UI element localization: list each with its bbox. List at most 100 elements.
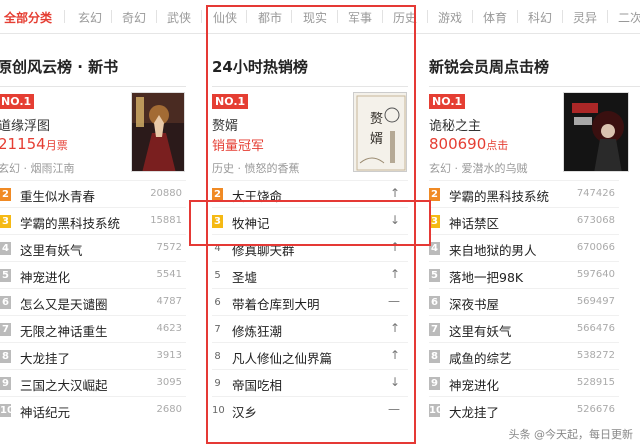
top-book-title[interactable]: 赘婿 — [212, 115, 238, 134]
no1-badge: NO.1 — [0, 94, 35, 109]
nav-item-qihuan[interactable]: 奇幻 — [122, 9, 146, 26]
nav-item-lingyi[interactable]: 灵异 — [573, 9, 597, 26]
list-item[interactable]: 8 咸鱼的综艺 538272 — [429, 342, 619, 369]
list-item[interactable]: 2 大王饶命 ↑ — [212, 180, 408, 207]
book-title[interactable]: 大龙挂了 — [449, 402, 499, 421]
book-title[interactable]: 汉乡 — [232, 402, 257, 421]
top-book-meta: 玄幻 · 烟雨江南 — [0, 162, 75, 175]
list-item[interactable]: 2 重生似水青春 20880 — [0, 180, 186, 207]
nav-item-all[interactable]: 全部分类 — [4, 9, 52, 26]
book-title[interactable]: 牧神记 — [232, 213, 270, 232]
list-item[interactable]: 8 大龙挂了 3913 — [0, 342, 186, 369]
nav-item-wuxia[interactable]: 武侠 — [167, 9, 191, 26]
trend-up-icon: ↑ — [389, 267, 400, 281]
top-book-count: 800690点击 — [429, 135, 508, 153]
list-item[interactable]: 6 带着仓库到大明 — — [212, 288, 408, 315]
book-title[interactable]: 圣墟 — [232, 267, 257, 286]
nav-divider — [562, 10, 563, 23]
count-unit: 点击 — [486, 139, 509, 152]
list-item[interactable]: 5 圣墟 ↑ — [212, 261, 408, 288]
list-item[interactable]: 10 大龙挂了 526676 — [429, 396, 619, 423]
nav-item-dushi[interactable]: 都市 — [258, 9, 282, 26]
book-title[interactable]: 重生似水青春 — [20, 186, 95, 205]
nav-divider — [201, 10, 202, 23]
trend-up-icon: ↑ — [389, 348, 400, 362]
book-title[interactable]: 修真聊天群 — [232, 240, 295, 259]
rank-number: 5 — [429, 269, 440, 282]
vote-count: 4787 — [156, 296, 182, 307]
book-title[interactable]: 咸鱼的综艺 — [449, 348, 512, 367]
cover-art — [564, 93, 628, 171]
list-item[interactable]: 7 修炼狂潮 ↑ — [212, 315, 408, 342]
book-title[interactable]: 修炼狂潮 — [232, 321, 282, 340]
list-item[interactable]: 4 来自地狱的男人 670066 — [429, 234, 619, 261]
nav-item-xianxia[interactable]: 仙侠 — [213, 9, 237, 26]
column-divider — [429, 86, 640, 87]
nav-divider — [382, 10, 383, 23]
list-item[interactable]: 5 神宠进化 5541 — [0, 261, 186, 288]
list-item[interactable]: 7 无限之神话重生 4623 — [0, 315, 186, 342]
list-item[interactable]: 9 三国之大汉崛起 3095 — [0, 369, 186, 396]
top-book-title[interactable]: 诡秘之主 — [429, 115, 481, 134]
list-item[interactable]: 2 学霸的黑科技系统 747426 — [429, 180, 619, 207]
nav-item-junshi[interactable]: 军事 — [348, 9, 372, 26]
book-title[interactable]: 帝国吃相 — [232, 375, 282, 394]
top-book-meta: 玄幻 · 爱潜水的乌贼 — [429, 162, 528, 175]
book-title[interactable]: 神话禁区 — [449, 213, 499, 232]
list-item[interactable]: 4 修真聊天群 ↑ — [212, 234, 408, 261]
top-book-title[interactable]: 道缘浮图 — [0, 115, 50, 134]
list-item[interactable]: 3 学霸的黑科技系统 15881 — [0, 207, 186, 234]
nav-divider — [64, 10, 65, 23]
book-cover[interactable] — [563, 92, 629, 172]
list-item[interactable]: 10 神话纪元 2680 — [0, 396, 186, 423]
list-item[interactable]: 10 汉乡 — — [212, 396, 408, 423]
list-item[interactable]: 9 神宠进化 528915 — [429, 369, 619, 396]
book-title[interactable]: 带着仓库到大明 — [232, 294, 320, 313]
list-item[interactable]: 8 凡人修仙之仙界篇 ↑ — [212, 342, 408, 369]
nav-divider — [472, 10, 473, 23]
click-count: 569497 — [576, 296, 615, 307]
list-item[interactable]: 6 深夜书屋 569497 — [429, 288, 619, 315]
book-title[interactable]: 怎么又是天谴圈 — [20, 294, 108, 313]
top-book-count: 21154月票 — [0, 135, 68, 153]
book-cover[interactable] — [131, 92, 185, 172]
book-title[interactable]: 学霸的黑科技系统 — [449, 186, 549, 205]
book-title[interactable]: 这里有妖气 — [449, 321, 512, 340]
book-title[interactable]: 神宠进化 — [449, 375, 499, 394]
book-title[interactable]: 深夜书屋 — [449, 294, 499, 313]
list-item[interactable]: 5 落地一把98K 597640 — [429, 261, 619, 288]
book-title[interactable]: 大龙挂了 — [20, 348, 70, 367]
click-count: 673068 — [576, 215, 615, 226]
list-item[interactable]: 3 牧神记 ↓ — [212, 207, 408, 234]
click-count: 526676 — [576, 404, 615, 415]
trend-flat-icon: — — [388, 294, 400, 308]
book-title[interactable]: 来自地狱的男人 — [449, 240, 537, 259]
nav-item-xianshi[interactable]: 现实 — [303, 9, 327, 26]
list-item[interactable]: 6 怎么又是天谴圈 4787 — [0, 288, 186, 315]
list-item[interactable]: 3 神话禁区 673068 — [429, 207, 619, 234]
book-cover[interactable]: 赘 婿 — [353, 92, 407, 172]
column-title: 24小时热销榜 — [212, 58, 308, 76]
list-item[interactable]: 9 帝国吃相 ↓ — [212, 369, 408, 396]
rank-number: 8 — [0, 350, 11, 363]
book-title[interactable]: 落地一把98K — [449, 267, 523, 286]
book-title[interactable]: 神话纪元 — [20, 402, 70, 421]
book-title[interactable]: 无限之神话重生 — [20, 321, 108, 340]
book-title[interactable]: 凡人修仙之仙界篇 — [232, 348, 332, 367]
book-title[interactable]: 大王饶命 — [232, 186, 282, 205]
nav-item-erci[interactable]: 二次 — [618, 9, 640, 26]
nav-item-xuanhuan[interactable]: 玄幻 — [78, 9, 102, 26]
nav-item-tiyu[interactable]: 体育 — [483, 9, 507, 26]
book-title[interactable]: 三国之大汉崛起 — [20, 375, 108, 394]
book-title[interactable]: 神宠进化 — [20, 267, 70, 286]
vote-count: 3913 — [156, 350, 182, 361]
list-item[interactable]: 4 这里有妖气 7572 — [0, 234, 186, 261]
book-title[interactable]: 这里有妖气 — [20, 240, 83, 259]
rank-number: 3 — [429, 215, 440, 228]
nav-item-youxi[interactable]: 游戏 — [438, 9, 462, 26]
book-title[interactable]: 学霸的黑科技系统 — [20, 213, 120, 232]
rank-number: 9 — [429, 377, 440, 390]
nav-item-kehuan[interactable]: 科幻 — [528, 9, 552, 26]
nav-item-lishi[interactable]: 历史 — [393, 9, 417, 26]
list-item[interactable]: 7 这里有妖气 566476 — [429, 315, 619, 342]
